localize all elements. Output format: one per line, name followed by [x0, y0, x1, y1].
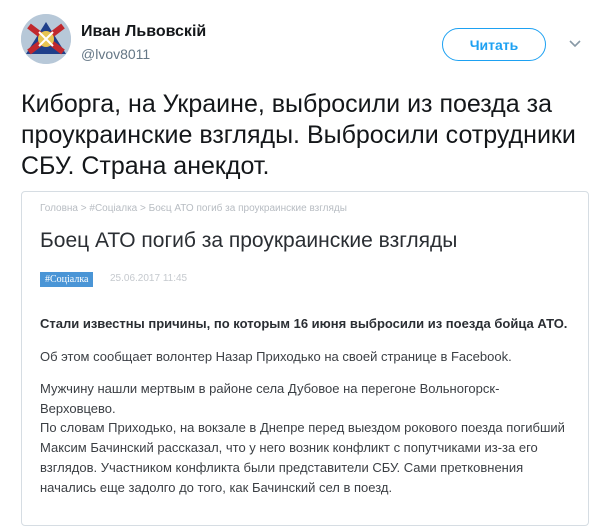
- article-lead: Стали известны причины, по которым 16 ию…: [40, 316, 568, 331]
- article-title: Боец АТО погиб за проукраинские взгляды: [40, 229, 458, 252]
- avatar-emblem-icon: [21, 14, 71, 64]
- article-paragraph: По словам Приходько, на вокзале в Днепре…: [40, 420, 565, 495]
- article-date: 25.06.2017 11:45: [110, 273, 188, 284]
- avatar[interactable]: [21, 14, 71, 64]
- chevron-down-icon[interactable]: [567, 36, 583, 52]
- article-card[interactable]: Головна > #Соціалка > Боєц АТО погиб за …: [21, 191, 589, 526]
- article-paragraph: Мужчину нашли мертвым в районе села Дубо…: [40, 381, 500, 416]
- article-paragraph: Об этом сообщает волонтер Назар Приходьк…: [40, 349, 512, 364]
- breadcrumb: Головна > #Соціалка > Боєц АТО погиб за …: [40, 203, 347, 214]
- author-name[interactable]: Иван Львовскій: [81, 23, 206, 41]
- follow-button[interactable]: Читать: [442, 28, 546, 61]
- tweet-text: Киборга, на Украине, выбросили из поезда…: [21, 90, 576, 180]
- category-tag: #Соціалка: [40, 272, 94, 287]
- author-handle[interactable]: @lvov8011: [81, 46, 150, 62]
